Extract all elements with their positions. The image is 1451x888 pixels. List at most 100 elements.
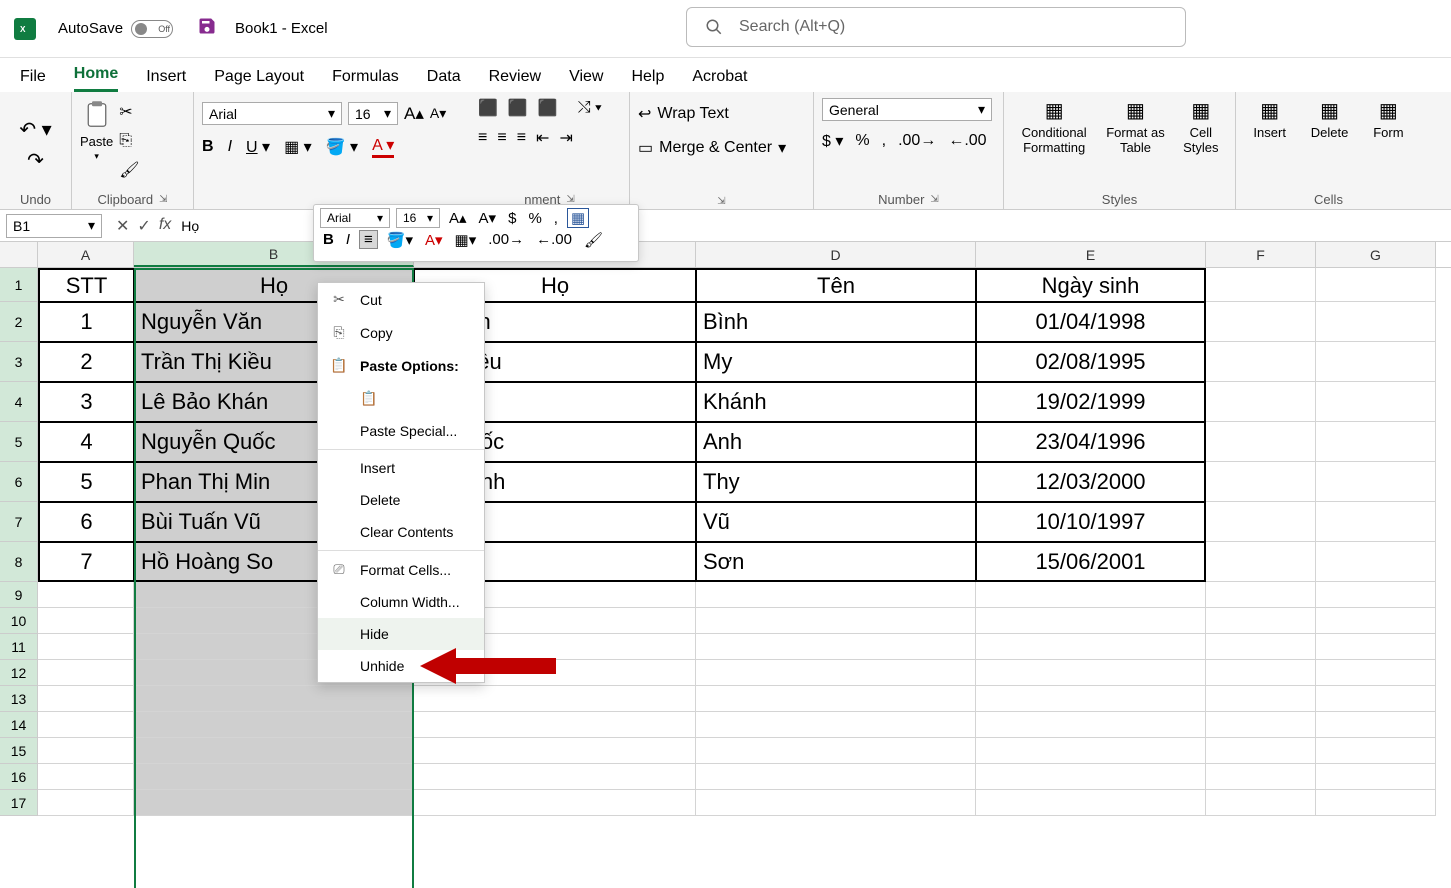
format-painter-icon[interactable]: 🖌	[119, 160, 139, 180]
increase-indent-icon[interactable]: ⇥	[559, 128, 572, 148]
cell-F1[interactable]	[1206, 268, 1316, 302]
cell-A5[interactable]: 4	[38, 422, 134, 462]
col-header-E[interactable]: E	[976, 242, 1206, 267]
row-header-4[interactable]: 4	[0, 382, 38, 422]
formula-input[interactable]: Họ	[181, 218, 199, 234]
cell-E7[interactable]: 10/10/1997	[976, 502, 1206, 542]
tab-file[interactable]: File	[20, 68, 46, 92]
cell-D6[interactable]: Thy	[696, 462, 976, 502]
tab-home[interactable]: Home	[74, 65, 118, 92]
cell-C17[interactable]	[414, 790, 696, 816]
cell-F9[interactable]	[1206, 582, 1316, 608]
font-color-button[interactable]: A ▾	[372, 135, 394, 158]
mini-percent-icon[interactable]: %	[525, 210, 544, 227]
tab-help[interactable]: Help	[631, 68, 664, 92]
redo-icon[interactable]: ↷	[27, 148, 44, 173]
align-center-icon[interactable]: ≡	[497, 129, 506, 147]
cell-D7[interactable]: Vũ	[696, 502, 976, 542]
cell-C15[interactable]	[414, 738, 696, 764]
cell-A9[interactable]	[38, 582, 134, 608]
cell-F12[interactable]	[1206, 660, 1316, 686]
cell-D11[interactable]	[696, 634, 976, 660]
format-cells-button[interactable]: ▦Form	[1373, 98, 1403, 140]
mini-size-dropdown[interactable]: 16▾	[396, 208, 440, 228]
percent-icon[interactable]: %	[855, 132, 869, 150]
cell-E5[interactable]: 23/04/1996	[976, 422, 1206, 462]
mini-font-color-icon[interactable]: A▾	[422, 231, 446, 249]
cell-G10[interactable]	[1316, 608, 1436, 634]
orientation-icon[interactable]: ⤭ ▾	[578, 99, 602, 117]
cell-C13[interactable]	[414, 686, 696, 712]
row-header-1[interactable]: 1	[0, 268, 38, 302]
cell-G3[interactable]	[1316, 342, 1436, 382]
cm-clear-contents[interactable]: Clear Contents	[318, 516, 484, 548]
cell-E16[interactable]	[976, 764, 1206, 790]
cell-G4[interactable]	[1316, 382, 1436, 422]
row-header-10[interactable]: 10	[0, 608, 38, 634]
cell-F2[interactable]	[1206, 302, 1316, 342]
cell-A11[interactable]	[38, 634, 134, 660]
clipboard-launcher-icon[interactable]: ⇲	[159, 194, 167, 205]
col-header-F[interactable]: F	[1206, 242, 1316, 267]
cell-G14[interactable]	[1316, 712, 1436, 738]
cell-C16[interactable]	[414, 764, 696, 790]
autosave-toggle[interactable]: Off	[131, 20, 173, 38]
paste-button[interactable]: Paste ▾	[80, 98, 113, 162]
cell-A10[interactable]	[38, 608, 134, 634]
cell-F15[interactable]	[1206, 738, 1316, 764]
increase-decimal-icon[interactable]: .00→	[898, 132, 936, 150]
mini-font-dropdown[interactable]: Arial▾	[320, 208, 390, 228]
cell-E13[interactable]	[976, 686, 1206, 712]
row-header-11[interactable]: 11	[0, 634, 38, 660]
row-header-17[interactable]: 17	[0, 790, 38, 816]
cm-paste-special[interactable]: Paste Special...	[318, 415, 484, 447]
cell-G17[interactable]	[1316, 790, 1436, 816]
borders-button[interactable]: ▦ ▾	[284, 137, 312, 157]
tab-view[interactable]: View	[569, 68, 603, 92]
mini-borders-icon[interactable]: ▦▾	[452, 231, 480, 249]
cell-B17[interactable]	[134, 790, 414, 816]
format-as-table-button[interactable]: ▦Format as Table	[1105, 98, 1165, 155]
cell-G11[interactable]	[1316, 634, 1436, 660]
cell-A3[interactable]: 2	[38, 342, 134, 382]
cell-D14[interactable]	[696, 712, 976, 738]
cell-D5[interactable]: Anh	[696, 422, 976, 462]
cell-D12[interactable]	[696, 660, 976, 686]
cell-A4[interactable]: 3	[38, 382, 134, 422]
row-header-6[interactable]: 6	[0, 462, 38, 502]
tab-review[interactable]: Review	[489, 68, 541, 92]
name-box[interactable]: B1▾	[6, 214, 102, 238]
cell-G7[interactable]	[1316, 502, 1436, 542]
mini-italic-icon[interactable]: I	[343, 231, 353, 248]
font-size-dropdown[interactable]: 16▾	[348, 102, 398, 125]
cell-E17[interactable]	[976, 790, 1206, 816]
col-header-A[interactable]: A	[38, 242, 134, 267]
mini-currency-icon[interactable]: $	[505, 210, 519, 227]
merge-launcher-icon[interactable]: ⇲	[717, 196, 725, 207]
align-right-icon[interactable]: ≡	[517, 129, 526, 147]
cell-F5[interactable]	[1206, 422, 1316, 462]
cell-G15[interactable]	[1316, 738, 1436, 764]
cell-A7[interactable]: 6	[38, 502, 134, 542]
cell-A16[interactable]	[38, 764, 134, 790]
cell-B13[interactable]	[134, 686, 414, 712]
cell-D4[interactable]: Khánh	[696, 382, 976, 422]
cell-E6[interactable]: 12/03/2000	[976, 462, 1206, 502]
align-left-icon[interactable]: ≡	[478, 129, 487, 147]
cell-G8[interactable]	[1316, 542, 1436, 582]
row-header-2[interactable]: 2	[0, 302, 38, 342]
cut-icon[interactable]: ✂	[119, 102, 139, 122]
cell-E4[interactable]: 19/02/1999	[976, 382, 1206, 422]
cell-E8[interactable]: 15/06/2001	[976, 542, 1206, 582]
cell-F11[interactable]	[1206, 634, 1316, 660]
mini-decrease-decimal-icon[interactable]: ←.00	[533, 231, 575, 248]
cell-A1[interactable]: STT	[38, 268, 134, 302]
row-header-9[interactable]: 9	[0, 582, 38, 608]
cancel-formula-icon[interactable]: ✕	[116, 216, 129, 236]
currency-icon[interactable]: $ ▾	[822, 131, 843, 151]
bold-button[interactable]: B	[202, 138, 214, 156]
row-header-13[interactable]: 13	[0, 686, 38, 712]
cell-D10[interactable]	[696, 608, 976, 634]
mini-increase-font-icon[interactable]: A▴	[446, 209, 470, 227]
cell-D13[interactable]	[696, 686, 976, 712]
